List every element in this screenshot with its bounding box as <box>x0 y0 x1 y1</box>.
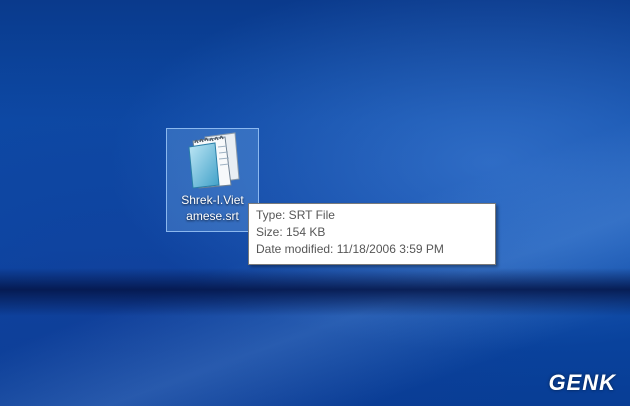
file-name-line1: Shrek-I.Viet <box>181 193 244 207</box>
tooltip-date-modified: Date modified: 11/18/2006 3:59 PM <box>256 242 444 256</box>
tooltip-type: Type: SRT File <box>256 208 335 222</box>
file-info-tooltip: Type: SRT File Size: 154 KB Date modifie… <box>248 203 496 265</box>
wallpaper-dark-band <box>0 268 630 316</box>
notepad-document-icon <box>188 132 240 189</box>
genk-watermark-logo: GENK <box>548 370 616 395</box>
desktop-file-icon-srt[interactable]: Shrek-I.Viet amese.srt <box>166 128 259 232</box>
desktop[interactable]: Shrek-I.Viet amese.srt Type: SRT File Si… <box>0 0 630 406</box>
file-name-line2: amese.srt <box>186 209 239 223</box>
file-name-label: Shrek-I.Viet amese.srt <box>169 192 256 224</box>
tooltip-size: Size: 154 KB <box>256 225 326 239</box>
